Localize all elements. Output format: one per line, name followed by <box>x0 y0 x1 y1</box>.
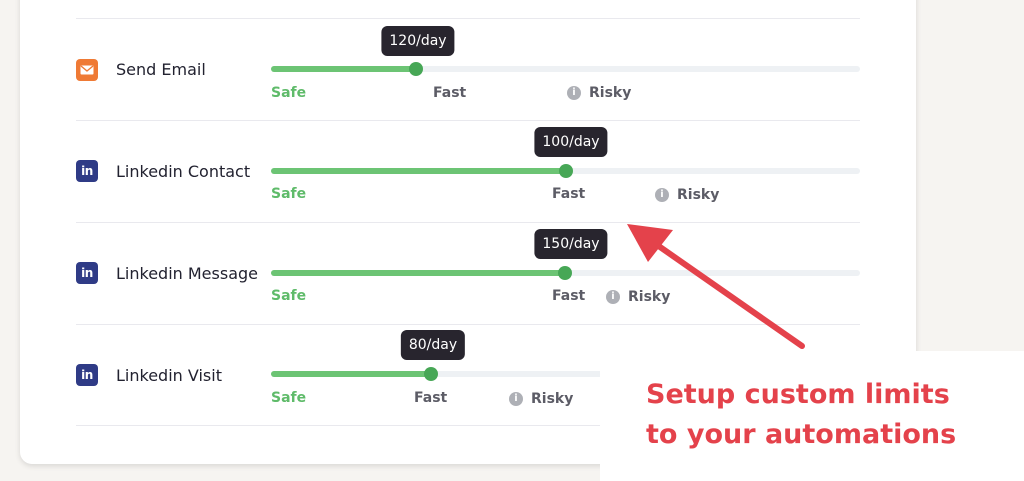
row-label: Linkedin Contact <box>116 162 251 181</box>
scale-label-fast: Fast <box>414 390 448 406</box>
slider-fill <box>271 270 565 276</box>
promo-line-2: to your automations <box>646 419 957 450</box>
limit-slider[interactable] <box>271 266 860 280</box>
slider-fill <box>271 371 431 377</box>
slider-handle[interactable] <box>424 367 438 381</box>
row-divider <box>76 120 860 121</box>
scale-label-fast: Fast <box>552 288 586 304</box>
scale-label-fast: Fast <box>552 186 586 202</box>
row-divider <box>76 222 860 223</box>
info-icon[interactable]: i <box>606 290 620 304</box>
limit-slider[interactable] <box>271 62 860 76</box>
value-tooltip: 80/day <box>400 330 466 360</box>
slider-fill <box>271 66 416 72</box>
scale-label-safe: Safe <box>271 85 307 101</box>
slider-fill <box>271 168 566 174</box>
row-divider <box>76 18 860 19</box>
scale-label-risky: i Risky <box>509 391 573 407</box>
risky-text: Risky <box>628 289 671 305</box>
slider-handle[interactable] <box>558 266 572 280</box>
risky-text: Risky <box>531 391 574 407</box>
linkedin-icon: in <box>76 262 98 284</box>
slider-handle[interactable] <box>409 62 423 76</box>
scale-label-safe: Safe <box>271 186 307 202</box>
linkedin-icon: in <box>76 160 98 182</box>
email-icon <box>76 59 98 81</box>
row-divider <box>76 324 860 325</box>
scale-label-fast: Fast <box>433 85 467 101</box>
scale-label-safe: Safe <box>271 390 307 406</box>
scale-label-risky: i Risky <box>606 289 670 305</box>
risky-text: Risky <box>589 85 632 101</box>
promo-callout: Setup custom limits to your automations <box>600 351 1024 481</box>
scale-label-risky: i Risky <box>567 85 631 101</box>
row-label: Linkedin Message <box>116 264 258 283</box>
scale-label-safe: Safe <box>271 288 307 304</box>
row-label: Send Email <box>116 60 206 79</box>
linkedin-icon: in <box>76 364 98 386</box>
value-tooltip: 120/day <box>381 26 455 56</box>
scale-label-risky: i Risky <box>655 187 719 203</box>
slider-handle[interactable] <box>559 164 573 178</box>
limit-slider[interactable] <box>271 164 860 178</box>
risky-text: Risky <box>677 187 720 203</box>
promo-headline: Setup custom limits to your automations <box>646 375 956 455</box>
info-icon[interactable]: i <box>509 392 523 406</box>
promo-line-1: Setup custom limits <box>646 379 950 410</box>
info-icon[interactable]: i <box>655 188 669 202</box>
value-tooltip: 100/day <box>534 127 608 157</box>
value-tooltip: 150/day <box>534 229 608 259</box>
info-icon[interactable]: i <box>567 86 581 100</box>
row-label: Linkedin Visit <box>116 366 222 385</box>
